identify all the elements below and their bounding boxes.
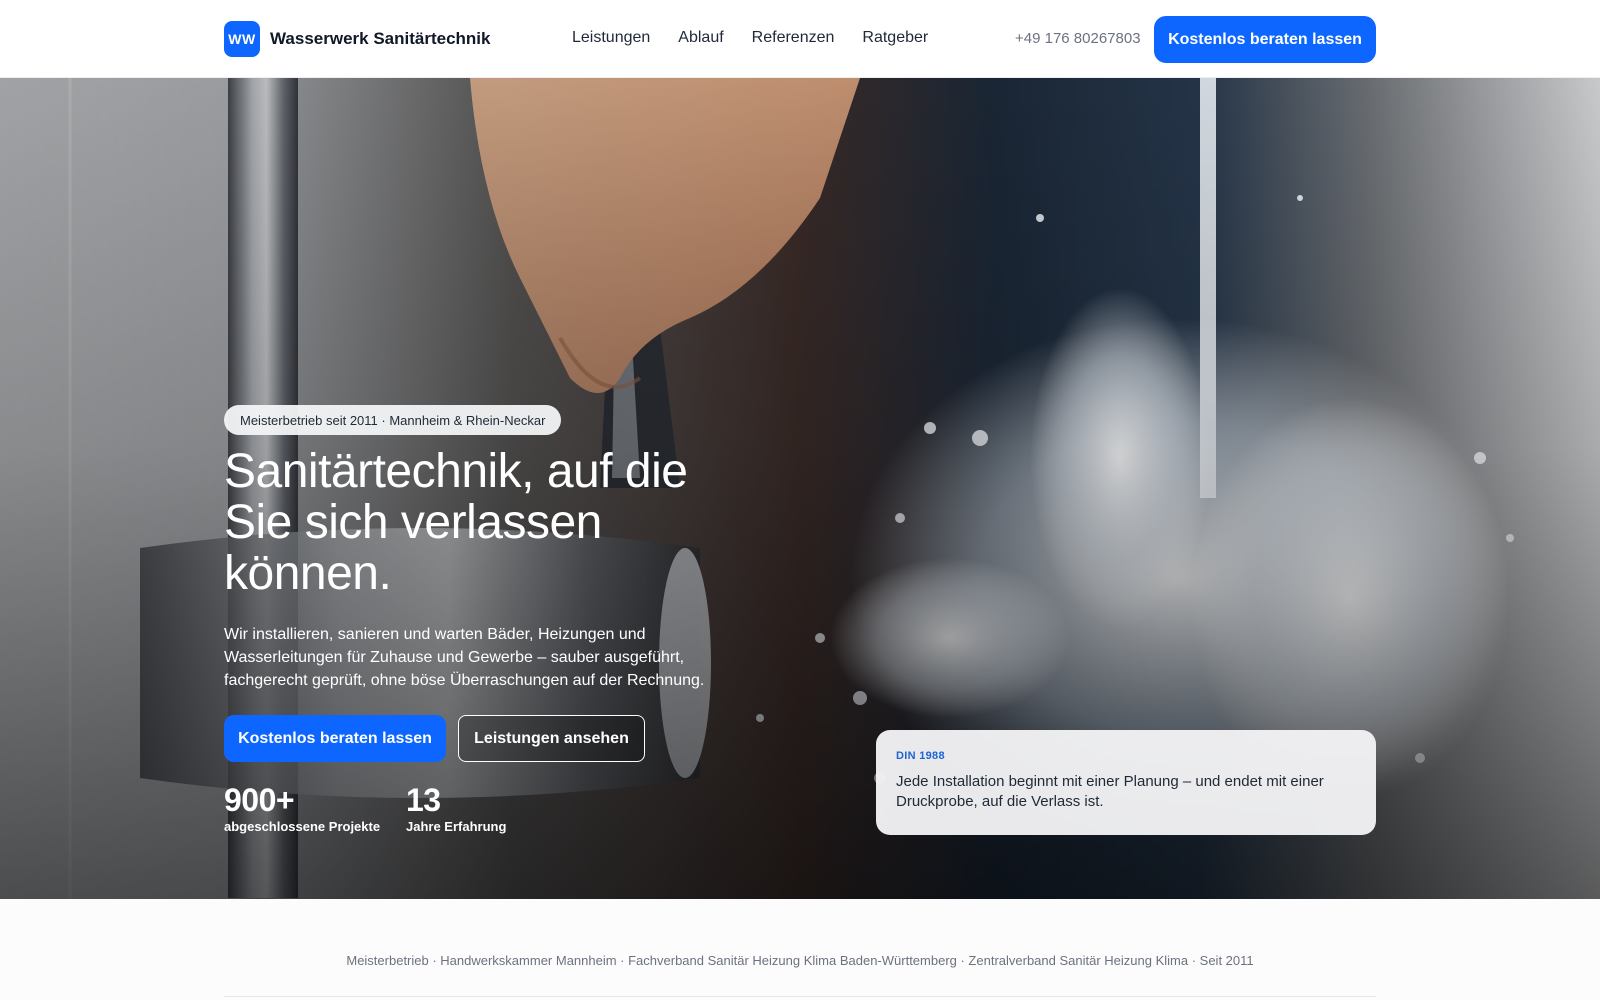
quote-text: Jede Installation beginnt mit einer Plan… xyxy=(896,773,1324,810)
quote-tag: DIN 1988 xyxy=(896,750,945,762)
brand-home-link[interactable]: WW Wasserwerk Sanitärtechnik xyxy=(224,21,490,57)
hero-badge: Meisterbetrieb seit 2011 · Mannheim & Rh… xyxy=(224,405,562,435)
nav-link-ratgeber[interactable]: Ratgeber xyxy=(862,29,928,47)
stat-experience: 13 Jahre Erfahrung xyxy=(406,783,506,834)
nav-link-ablauf[interactable]: Ablauf xyxy=(678,29,723,47)
nav-link-leistungen[interactable]: Leistungen xyxy=(572,29,650,47)
hero-headline: Sanitärtechnik, auf die Sie sich verlass… xyxy=(224,445,688,600)
brand-name: Wasserwerk Sanitärtechnik xyxy=(270,29,491,48)
hero-section: Meisterbetrieb seit 2011 · Mannheim & Rh… xyxy=(0,78,1600,899)
stat-projects-label: abgeschlossene Projekte xyxy=(224,819,381,834)
phone-link[interactable]: +49 176 80267803 xyxy=(1015,30,1141,47)
stat-experience-label: Jahre Erfahrung xyxy=(406,819,507,834)
hero-lead-text: Wir installieren, sanieren und warten Bä… xyxy=(224,626,705,689)
stat-projects-value: 900+ xyxy=(224,782,295,818)
header-consultation-button[interactable]: Kostenlos beraten lassen xyxy=(1154,16,1376,63)
site-header: WW Wasserwerk Sanitärtechnik Leistungen … xyxy=(0,0,1600,78)
hero-consultation-button[interactable]: Kostenlos beraten lassen xyxy=(224,715,446,762)
main-nav: Leistungen Ablauf Referenzen Ratgeber xyxy=(572,29,928,47)
nav-link-referenzen[interactable]: Referenzen xyxy=(752,29,835,47)
trust-bar: Meisterbetrieb · Handwerkskammer Mannhei… xyxy=(346,953,1254,968)
stat-projects: 900+ abgeschlossene Projekte xyxy=(224,783,380,834)
stat-experience-value: 13 xyxy=(406,782,441,818)
section-divider xyxy=(224,996,1376,997)
hero-services-button[interactable]: Leistungen ansehen xyxy=(458,715,645,762)
standard-quote-card: DIN 1988 Jede Installation beginnt mit e… xyxy=(876,730,1376,835)
brand-logo: WW xyxy=(224,21,260,57)
